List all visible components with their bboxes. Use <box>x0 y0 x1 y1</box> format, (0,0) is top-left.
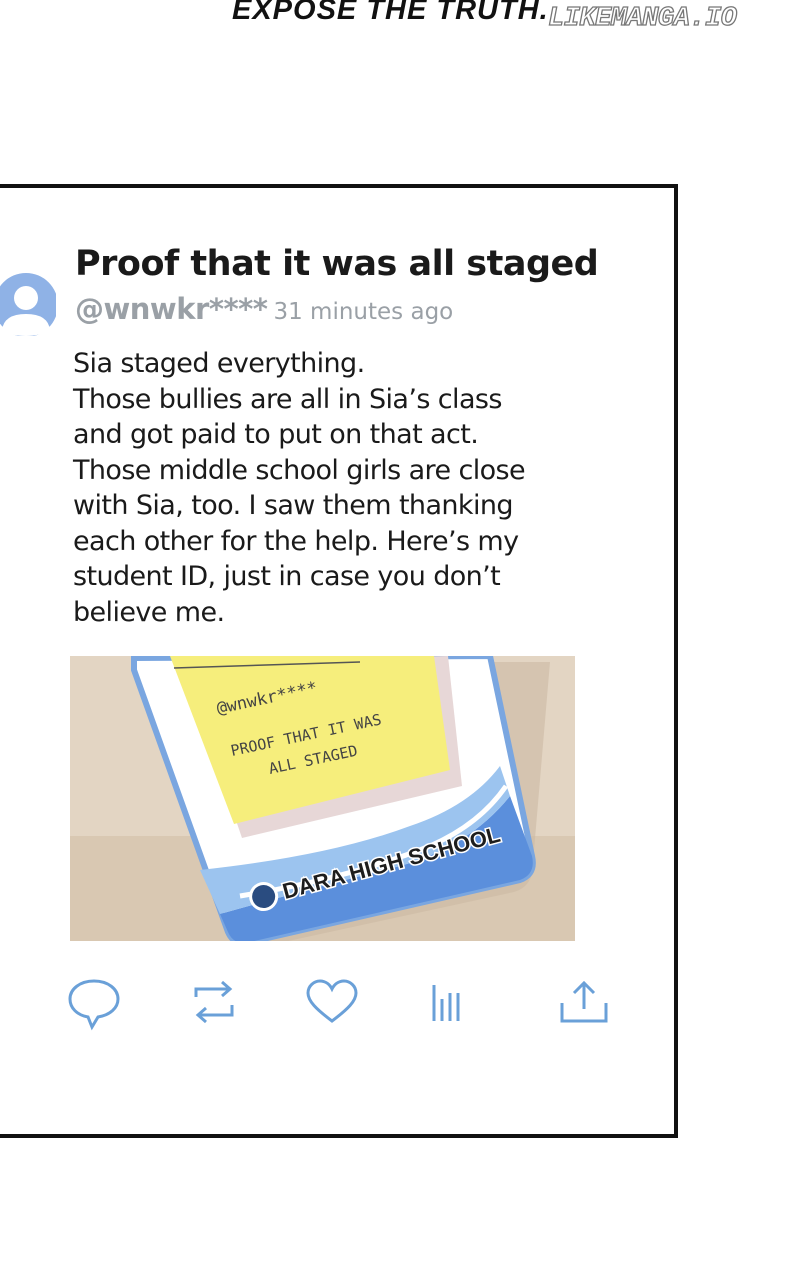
views-icon[interactable] <box>426 975 482 1031</box>
post-title: Proof that it was all staged <box>75 244 599 284</box>
author-handle[interactable]: @wnwkr**** <box>75 292 268 326</box>
share-icon[interactable] <box>556 975 612 1031</box>
caption-text: EXPOSE THE TRUTH. <box>232 0 549 26</box>
post-body-line: Those bullies are all in Sia’s class <box>73 383 502 415</box>
post-body-line: each other for the help. Here’s my <box>73 525 519 557</box>
post-body-line: Sia staged everything. <box>73 348 365 379</box>
watermark: LIKEMANGA.IO <box>547 3 737 34</box>
post-meta: @wnwkr**** 31 minutes ago <box>75 292 453 326</box>
post-body-line: and got paid to put on that act. <box>73 419 479 450</box>
post-body-line: Those middle school girls are close <box>73 454 526 486</box>
post-body: Sia staged everything. Those bullies are… <box>73 346 593 630</box>
post-timestamp: 31 minutes ago <box>273 299 454 325</box>
post-actions <box>0 975 680 1035</box>
post-body-line: with Sia, too. I saw them thanking <box>73 490 514 521</box>
post-body-line: believe me. <box>73 596 225 628</box>
repost-icon[interactable] <box>186 975 242 1031</box>
reply-icon[interactable] <box>66 975 122 1031</box>
post-body-line: student ID, just in case you don’t <box>73 561 501 592</box>
like-icon[interactable] <box>304 975 360 1031</box>
avatar[interactable] <box>0 272 56 336</box>
post-image[interactable]: @wnwkr**** PROOF THAT IT WAS ALL STAGED … <box>70 656 575 941</box>
